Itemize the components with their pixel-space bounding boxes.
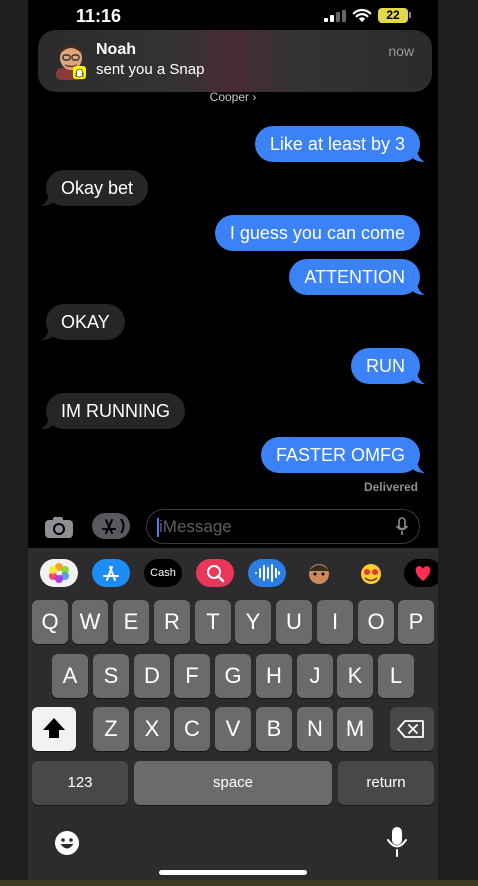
status-time: 11:16 <box>76 6 122 26</box>
key-g[interactable]: G <box>215 654 251 698</box>
dictation-mic-icon[interactable] <box>386 826 408 858</box>
bubble-tail-icon <box>411 459 425 473</box>
key-m[interactable]: M <box>337 707 373 751</box>
return-key[interactable]: return <box>338 761 434 805</box>
message-bubble-sent[interactable]: Like at least by 3 <box>254 126 425 162</box>
key-b[interactable]: B <box>256 707 292 751</box>
message-bubble-sent[interactable]: RUN <box>351 348 425 384</box>
shift-key[interactable] <box>32 707 76 751</box>
shift-arrow-icon <box>43 718 65 738</box>
key-h[interactable]: H <box>256 654 292 698</box>
apple-cash-icon[interactable]: Cash <box>144 559 182 587</box>
key-f[interactable]: F <box>174 654 210 698</box>
key-d[interactable]: D <box>134 654 170 698</box>
key-j[interactable]: J <box>297 654 333 698</box>
photos-icon[interactable] <box>40 559 78 587</box>
key-a[interactable]: A <box>52 654 88 698</box>
message-bubble-sent[interactable]: ATTENTION <box>289 259 425 295</box>
bubble-tail-icon <box>41 192 55 206</box>
message-text: Like at least by 3 <box>269 134 405 154</box>
message-text: OKAY <box>61 312 110 332</box>
message-text: I guess you can come <box>229 223 405 243</box>
space-bar[interactable]: space <box>134 761 332 805</box>
key-s[interactable]: S <box>93 654 129 698</box>
key-k[interactable]: K <box>337 654 373 698</box>
key-l[interactable]: L <box>378 654 414 698</box>
key-x[interactable]: X <box>134 707 170 751</box>
key-i[interactable]: I <box>317 600 353 644</box>
battery-indicator: 22 <box>378 8 408 23</box>
bubble-tail-icon <box>411 148 425 162</box>
wifi-icon <box>352 8 372 22</box>
numbers-key[interactable]: 123 <box>32 761 128 805</box>
cellular-signal-icon <box>324 10 346 22</box>
key-o[interactable]: O <box>358 600 394 644</box>
key-t[interactable]: T <box>195 600 231 644</box>
bitmoji-avatar-icon <box>56 45 86 80</box>
imessage-app-drawer: Cash <box>28 556 438 590</box>
notification-banner[interactable]: Noah sent you a Snap now <box>38 30 432 92</box>
key-q[interactable]: Q <box>32 600 68 644</box>
notification-time: now <box>388 43 414 59</box>
apple-cash-label: Cash <box>150 567 176 579</box>
key-r[interactable]: R <box>154 600 190 644</box>
dictation-mic-icon[interactable] <box>395 517 409 537</box>
message-text: Okay bet <box>61 178 134 198</box>
audio-message-icon[interactable] <box>248 559 286 587</box>
message-bubble-sent[interactable]: I guess you can come <box>214 215 420 251</box>
message-text: ATTENTION <box>304 267 405 287</box>
delete-key[interactable] <box>390 707 434 751</box>
battery-nub <box>409 12 411 18</box>
keyboard: Cash Q W E R T Y U I O P A S D F G H J K… <box>28 548 438 886</box>
right-margin <box>438 0 478 886</box>
message-bubble-received[interactable]: IM RUNNING <box>41 393 185 429</box>
message-text: FASTER OMFG <box>275 445 405 465</box>
bubble-tail-icon <box>41 415 55 429</box>
home-indicator[interactable] <box>159 870 307 875</box>
key-u[interactable]: U <box>276 600 312 644</box>
message-bubble-received[interactable]: OKAY <box>41 304 125 340</box>
key-z[interactable]: Z <box>93 707 129 751</box>
key-p[interactable]: P <box>398 600 434 644</box>
notification-sender: Noah <box>96 41 136 58</box>
key-w[interactable]: W <box>72 600 108 644</box>
phone-screen: 11:16 22 Noah sent you a Snap now Cooper… <box>28 0 438 886</box>
message-text: IM RUNNING <box>61 401 170 421</box>
backspace-icon <box>397 720 424 738</box>
imessage-placeholder: iMessage <box>159 517 232 536</box>
message-text: RUN <box>366 356 405 376</box>
imessage-input[interactable]: iMessage <box>146 509 420 544</box>
memoji-icon[interactable] <box>300 559 338 587</box>
digital-touch-icon[interactable] <box>404 559 438 587</box>
delivered-status: Delivered <box>363 480 418 494</box>
message-bubble-received[interactable]: Okay bet <box>41 170 149 206</box>
animoji-icon[interactable] <box>352 559 390 587</box>
key-e[interactable]: E <box>113 600 149 644</box>
emoji-icon[interactable] <box>52 828 82 858</box>
key-c[interactable]: C <box>174 707 210 751</box>
message-bubble-sent[interactable]: FASTER OMFG <box>260 437 425 473</box>
app-store-icon <box>102 518 125 534</box>
notification-body: sent you a Snap <box>96 61 205 78</box>
key-n[interactable]: N <box>297 707 333 751</box>
left-margin <box>0 0 28 886</box>
bottom-edge <box>0 880 478 886</box>
bubble-tail-icon <box>411 281 425 295</box>
status-bar: 11:16 22 <box>28 0 438 34</box>
bubble-tail-icon <box>411 370 425 384</box>
key-y[interactable]: Y <box>235 600 271 644</box>
contact-name-header[interactable]: Cooper › <box>28 90 438 104</box>
camera-icon[interactable] <box>44 515 74 539</box>
app-store-icon[interactable] <box>92 559 130 587</box>
key-v[interactable]: V <box>215 707 251 751</box>
bubble-tail-icon <box>41 326 55 340</box>
app-store-button[interactable] <box>92 513 130 539</box>
web-images-icon[interactable] <box>196 559 234 587</box>
